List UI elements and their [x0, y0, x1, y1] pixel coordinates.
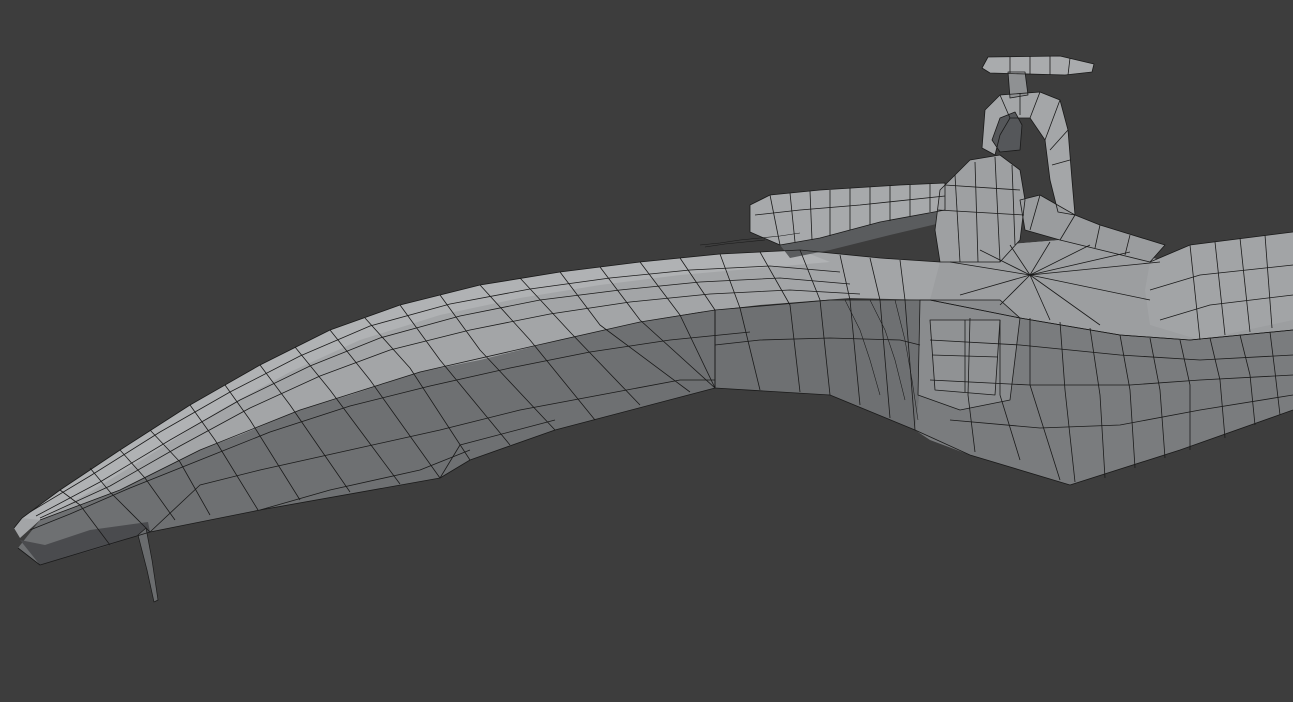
engine-cover	[1145, 232, 1293, 340]
race-car-mesh[interactable]	[0, 0, 1293, 702]
camera-pod-top	[982, 56, 1094, 75]
airbox-pillar	[935, 155, 1025, 262]
3d-viewport[interactable]	[0, 0, 1293, 702]
front-wing-stay	[137, 527, 159, 603]
